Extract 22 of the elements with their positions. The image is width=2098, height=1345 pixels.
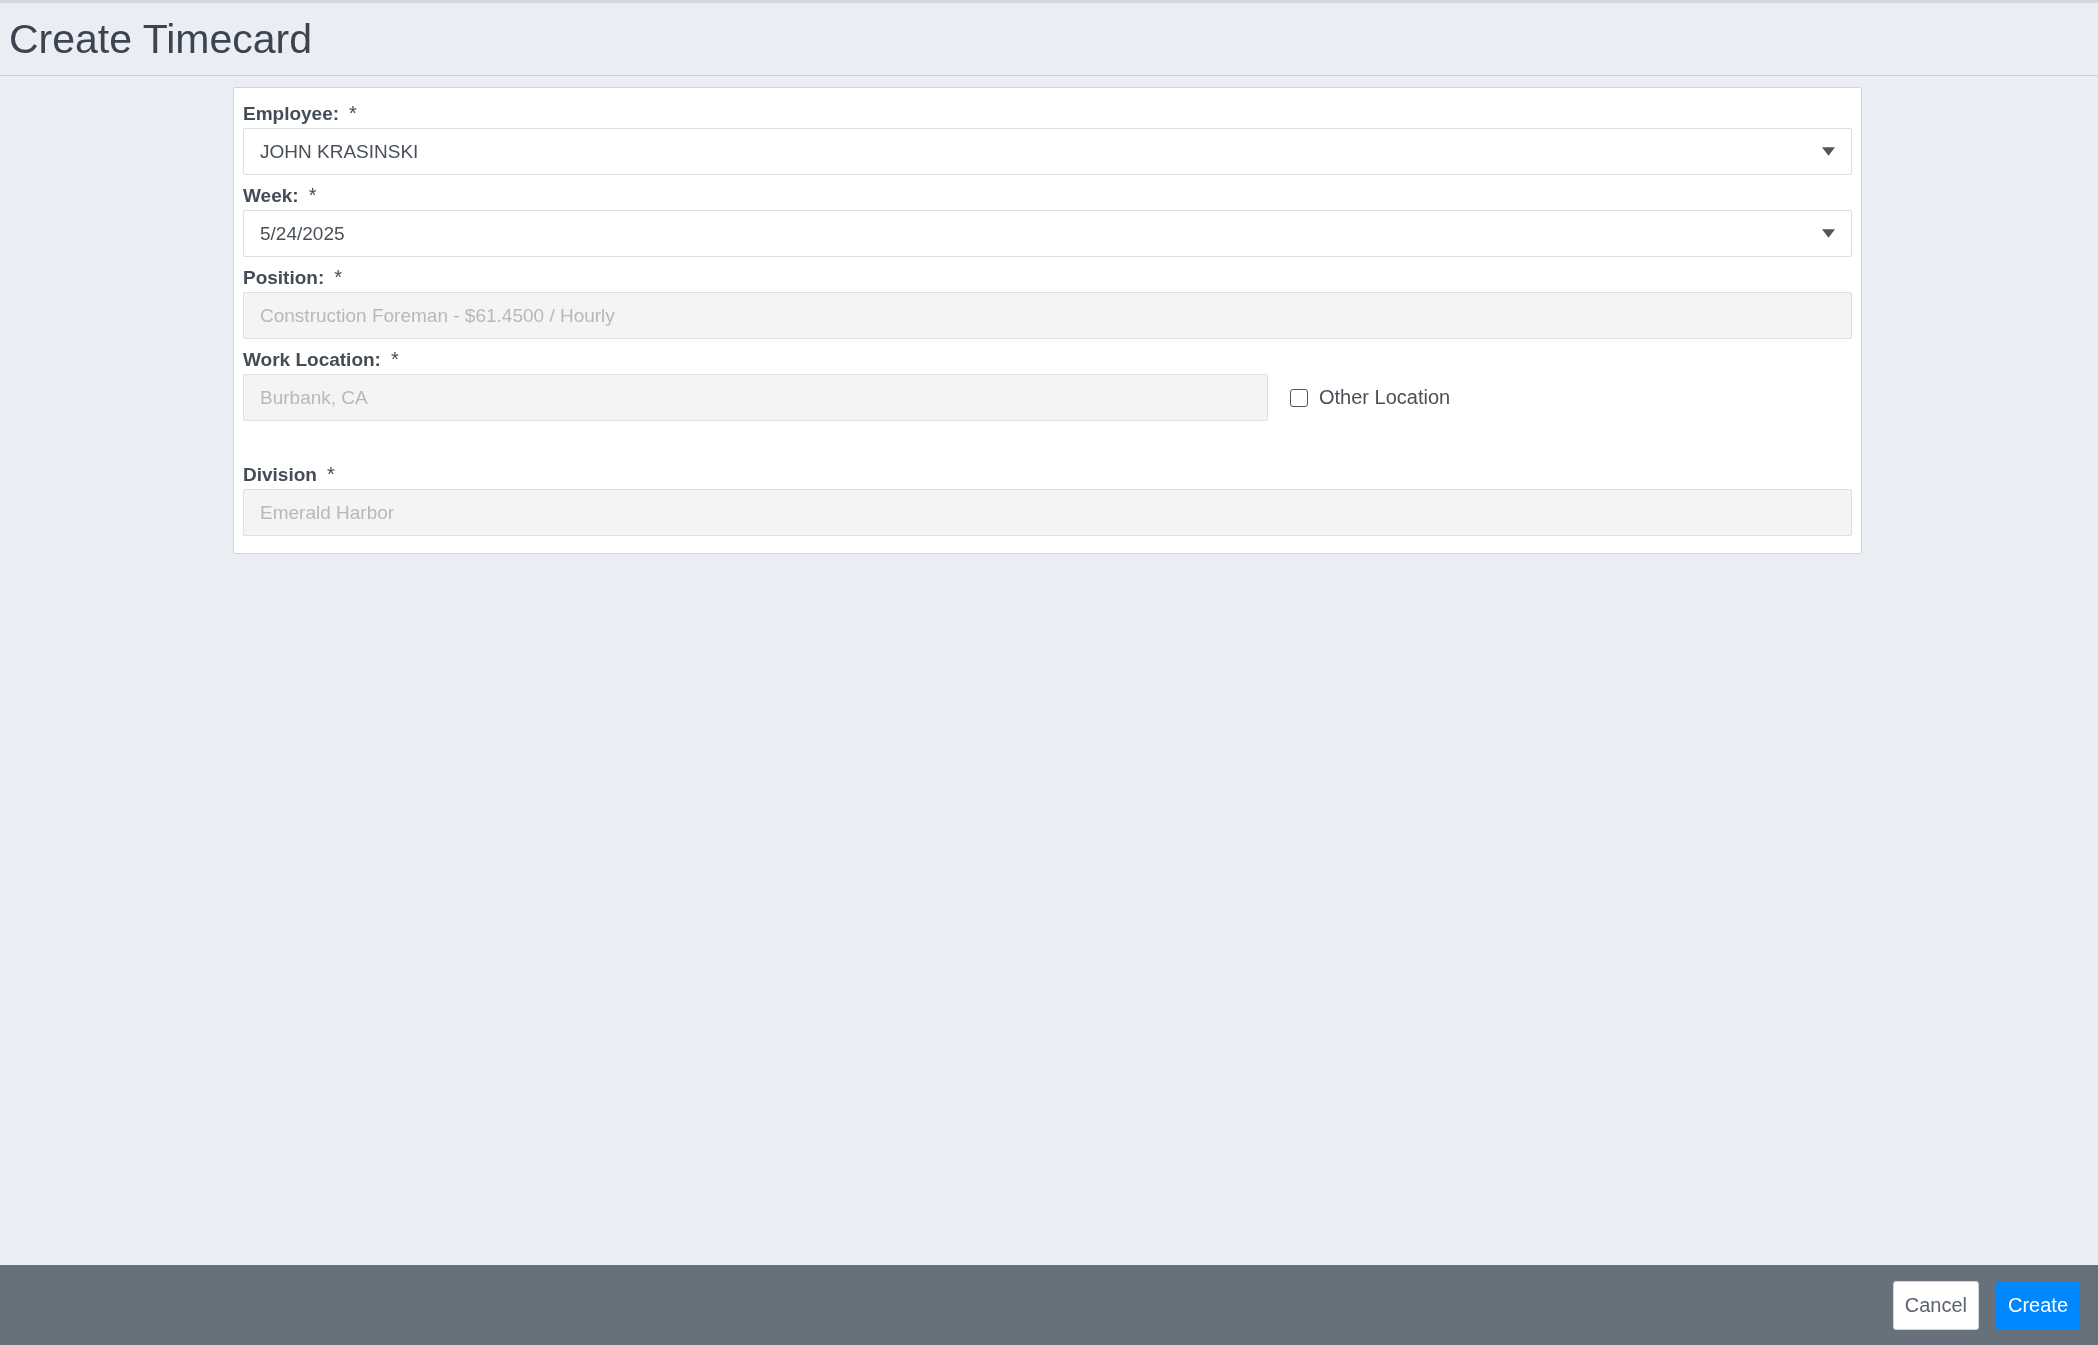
input-field[interactable]: Construction Foreman - $61.4500 / Hourly — [243, 292, 1852, 339]
required-mark: * — [308, 184, 317, 207]
field-label: Division — [243, 464, 317, 486]
checkbox[interactable] — [1290, 388, 1308, 407]
input-field[interactable]: Emerald Harbor — [243, 489, 1852, 536]
field-label: Position: — [243, 267, 325, 289]
caret-icon — [1822, 147, 1835, 156]
field-label: Week: — [243, 185, 299, 207]
checkbox-label: Other Location — [1319, 386, 1451, 409]
dropdown-field[interactable]: 5/24/2025 — [243, 210, 1852, 257]
required-mark: * — [326, 463, 335, 486]
field-label: Employee: — [243, 103, 340, 125]
page-title: Create Timecard — [9, 15, 313, 63]
caret-icon — [1822, 229, 1835, 238]
cancel-button[interactable]: Cancel — [1892, 1280, 1979, 1330]
required-mark: * — [349, 102, 357, 125]
required-mark: * — [334, 266, 343, 289]
required-mark: * — [390, 348, 399, 371]
create-button[interactable]: Create — [1995, 1280, 2080, 1330]
dropdown-field[interactable]: JOHN KRASINSKI — [243, 128, 1852, 175]
field-label: Work Location: — [243, 349, 381, 371]
input-field[interactable]: Burbank, CA — [243, 374, 1268, 421]
